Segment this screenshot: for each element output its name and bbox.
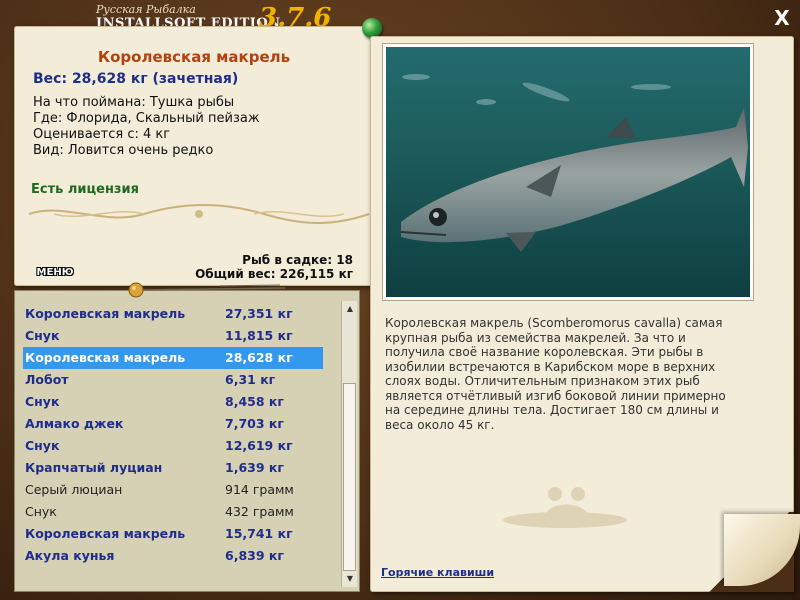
catch-stats: Рыб в садке: 18 Общий вес: 226,115 кг	[150, 253, 353, 281]
catch-fish-weight: 28,628 кг	[225, 350, 293, 365]
catch-list-item[interactable]: Королевская макрель 28,628 кг	[23, 347, 323, 369]
location-info: Где: Флорида, Скальный пейзаж	[33, 111, 260, 126]
catch-list-item[interactable]: Снук 8,458 кг	[23, 391, 323, 413]
fishing-rod-decoration	[128, 282, 286, 298]
license-status: Есть лицензия	[31, 182, 139, 197]
fish-description: Королевская макрель (Scomberomorus caval…	[385, 316, 726, 432]
catch-fish-name: Серый люциан	[25, 482, 123, 497]
rarity-info: Вид: Ловится очень редко	[33, 143, 214, 158]
catch-fish-weight: 7,703 кг	[225, 416, 284, 431]
catch-list-item[interactable]: Снук 12,619 кг	[23, 435, 323, 457]
close-button[interactable]: X	[770, 6, 794, 30]
hotkeys-link[interactable]: Горячие клавиши	[381, 566, 494, 579]
scrollbar-thumb[interactable]	[343, 383, 356, 571]
catch-list-item[interactable]: Снук 432 грамм	[23, 501, 323, 523]
total-weight: Общий вес: 226,115 кг	[195, 267, 353, 281]
catch-fish-name: Королевская макрель	[25, 306, 186, 321]
catch-list-item[interactable]: Акула кунья 6,839 кг	[23, 545, 323, 567]
catch-fish-weight: 12,619 кг	[225, 438, 293, 453]
catch-list-item[interactable]: Серый люциан 914 грамм	[23, 479, 323, 501]
catch-list-item[interactable]: Снук 11,815 кг	[23, 325, 323, 347]
scroll-up-icon[interactable]: ▲	[342, 301, 358, 317]
menu-button[interactable]: МЕНЮ	[33, 266, 77, 280]
catch-list-panel: Королевская макрель 27,351 кг Снук 11,815 к…	[14, 290, 360, 592]
catch-fish-name: Королевская макрель	[25, 526, 186, 541]
catch-fish-name: Снук	[25, 328, 60, 343]
catch-list: Королевская макрель 27,351 кг Снук 11,815 к…	[23, 303, 323, 567]
catch-fish-weight: 6,31 кг	[225, 372, 276, 387]
catch-list-scrollbar[interactable]: ▲ ▼	[341, 301, 357, 587]
ornament-divider	[28, 204, 370, 224]
bait-info: На что поймана: Тушка рыбы	[33, 95, 235, 110]
min-weight-info: Оценивается с: 4 кг	[33, 127, 171, 142]
fish-name-title: Королевская макрель	[97, 48, 291, 66]
catch-fish-weight: 914 грамм	[225, 482, 294, 497]
catch-fish-name: Крапчатый луциан	[25, 460, 163, 475]
catch-list-item[interactable]: Королевская макрель 27,351 кг	[23, 303, 323, 325]
catch-fish-name: Акула кунья	[25, 548, 115, 563]
brand-subtitle: Русская Рыбалка	[96, 3, 196, 16]
catch-fish-name: Снук	[25, 394, 60, 409]
fish-photo	[383, 44, 753, 300]
catch-fish-weight: 432 грамм	[225, 504, 294, 519]
catch-fish-weight: 6,839 кг	[225, 548, 284, 563]
catch-fish-name: Снук	[25, 438, 60, 453]
catch-fish-name: Лобот	[25, 372, 69, 387]
fish-in-cage: Рыб в садке: 18	[242, 253, 353, 267]
catch-fish-weight: 27,351 кг	[225, 306, 293, 321]
catch-list-item[interactable]: Крапчатый луциан 1,639 кг	[23, 457, 323, 479]
catch-list-item[interactable]: Лобот 6,31 кг	[23, 369, 323, 391]
fish-weight: Вес: 28,628 кг (зачетная)	[33, 71, 239, 87]
catch-list-item[interactable]: Алмако джек 7,703 кг	[23, 413, 323, 435]
scroll-down-icon[interactable]: ▼	[342, 571, 358, 587]
catch-fish-weight: 11,815 кг	[225, 328, 293, 343]
catch-fish-weight: 1,639 кг	[225, 460, 284, 475]
catch-fish-name: Снук	[25, 504, 57, 519]
green-pin-icon	[362, 18, 382, 38]
catch-list-item[interactable]: Королевская макрель 15,741 кг	[23, 523, 323, 545]
catch-fish-weight: 15,741 кг	[225, 526, 293, 541]
fisherman-stamp-icon	[503, 487, 627, 528]
catch-fish-name: Алмако джек	[25, 416, 124, 431]
catch-fish-name: Королевская макрель	[25, 350, 186, 365]
catch-fish-weight: 8,458 кг	[225, 394, 284, 409]
